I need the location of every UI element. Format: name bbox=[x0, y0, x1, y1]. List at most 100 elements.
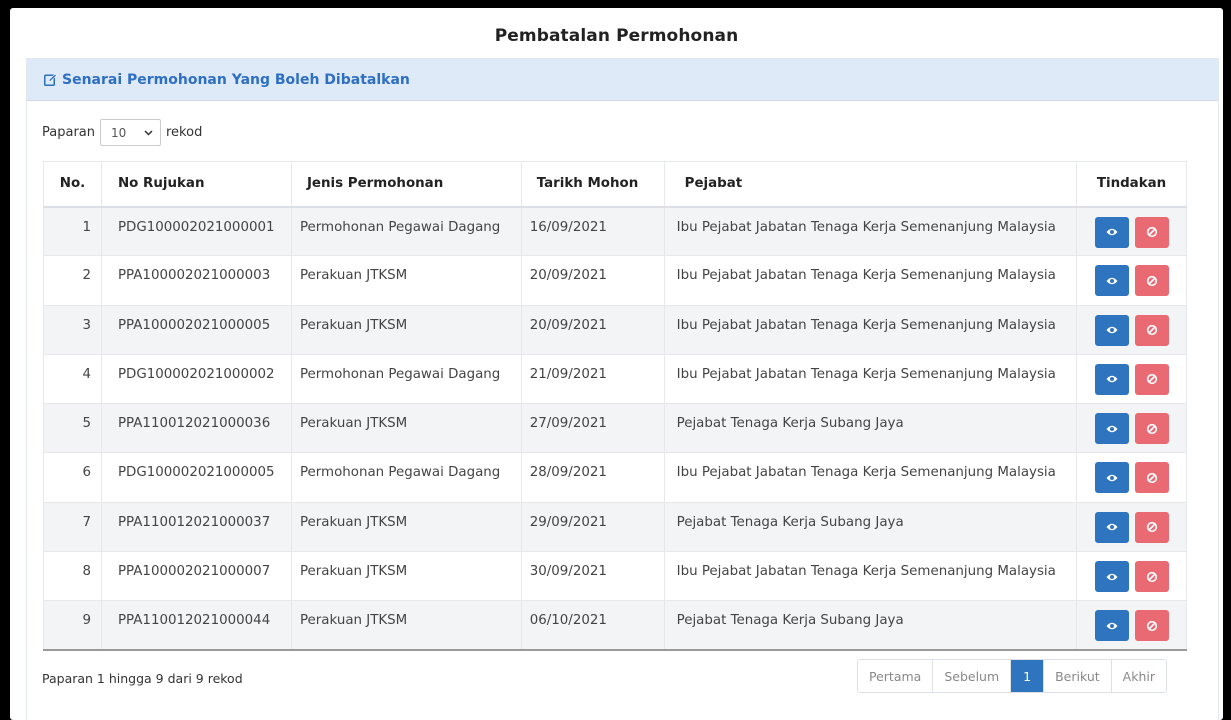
cell-no: 2 bbox=[43, 255, 102, 306]
col-header-no[interactable]: No. bbox=[43, 161, 102, 208]
edit-icon bbox=[44, 73, 57, 86]
view-button[interactable] bbox=[1094, 216, 1129, 248]
page-prev-button[interactable]: Sebelum bbox=[933, 660, 1012, 692]
eye-icon bbox=[1106, 228, 1118, 236]
cell-actions bbox=[1076, 205, 1187, 257]
cell-pejabat: Ibu Pejabat Jabatan Tenaga Kerja Semenan… bbox=[663, 255, 1078, 306]
col-header-jenis[interactable]: Jenis Permohonan bbox=[290, 161, 522, 208]
cell-pejabat: Ibu Pejabat Jabatan Tenaga Kerja Semenan… bbox=[663, 551, 1078, 602]
page-current-button[interactable]: 1 bbox=[1011, 660, 1045, 692]
cell-no: 4 bbox=[43, 353, 102, 405]
col-header-ref[interactable]: No Rujukan bbox=[100, 161, 292, 208]
cell-no: 6 bbox=[43, 452, 102, 503]
cancel-button[interactable] bbox=[1134, 413, 1169, 445]
eye-icon bbox=[1106, 425, 1118, 432]
cell-ref: PDG100002021000001 bbox=[100, 205, 292, 257]
cell-pejabat: Ibu Pejabat Jabatan Tenaga Kerja Semenan… bbox=[663, 304, 1078, 355]
applications-table: No. No Rujukan Jenis Permohonan Tarikh M… bbox=[43, 161, 1187, 652]
ban-icon bbox=[1146, 472, 1157, 484]
col-header-tarikh[interactable]: Tarikh Mohon bbox=[520, 161, 665, 208]
ban-icon bbox=[1146, 374, 1157, 385]
table-info: Paparan 1 hingga 9 dari 9 rekod bbox=[42, 671, 243, 686]
panel-heading-text: Senarai Permohonan Yang Boleh Dibatalkan bbox=[62, 71, 410, 88]
cancel-button[interactable] bbox=[1134, 265, 1169, 297]
cell-jenis: Perakuan JTKSM bbox=[290, 551, 522, 602]
cancel-button[interactable] bbox=[1134, 314, 1169, 346]
page-next-button[interactable]: Berikut bbox=[1044, 660, 1112, 692]
cell-pejabat: Pejabat Tenaga Kerja Subang Jaya bbox=[663, 403, 1078, 454]
cell-no: 8 bbox=[43, 551, 102, 602]
cell-tarikh: 20/09/2021 bbox=[520, 304, 665, 355]
view-button[interactable] bbox=[1094, 511, 1129, 543]
cell-jenis: Permohonan Pegawai Dagang bbox=[290, 452, 522, 503]
cell-actions bbox=[1076, 353, 1187, 405]
page-last-button[interactable]: Akhir bbox=[1112, 660, 1166, 692]
col-header-tindakan: Tindakan bbox=[1076, 161, 1187, 208]
cell-tarikh: 28/09/2021 bbox=[520, 452, 665, 503]
view-button[interactable] bbox=[1094, 314, 1129, 346]
eye-icon bbox=[1106, 326, 1118, 334]
cancel-button[interactable] bbox=[1134, 363, 1169, 395]
cell-ref: PPA100002021000007 bbox=[100, 551, 292, 602]
cell-actions bbox=[1076, 452, 1187, 503]
table-row: 1 PDG100002021000001 Permohonan Pegawai … bbox=[43, 205, 1187, 257]
cell-ref: PDG100002021000005 bbox=[100, 452, 292, 503]
cell-jenis: Permohonan Pegawai Dagang bbox=[290, 205, 522, 257]
table-header-row: No. No Rujukan Jenis Permohonan Tarikh M… bbox=[43, 161, 1187, 208]
cancel-button[interactable] bbox=[1134, 462, 1169, 494]
cell-pejabat: Ibu Pejabat Jabatan Tenaga Kerja Semenan… bbox=[663, 353, 1078, 405]
cancel-button[interactable] bbox=[1134, 511, 1169, 543]
cell-actions bbox=[1076, 501, 1187, 553]
panel-heading: Senarai Permohonan Yang Boleh Dibatalkan bbox=[27, 59, 1218, 101]
cell-pejabat: Pejabat Tenaga Kerja Subang Jaya bbox=[663, 501, 1078, 553]
page-title: Pembatalan Permohonan bbox=[494, 26, 739, 46]
cell-actions bbox=[1076, 551, 1187, 602]
cancel-button[interactable] bbox=[1134, 561, 1169, 593]
cell-pejabat: Pejabat Tenaga Kerja Subang Jaya bbox=[663, 600, 1078, 652]
cancel-button[interactable] bbox=[1134, 610, 1169, 642]
cell-jenis: Perakuan JTKSM bbox=[290, 600, 522, 652]
eye-icon bbox=[1106, 573, 1118, 580]
view-button[interactable] bbox=[1094, 462, 1129, 494]
view-button[interactable] bbox=[1094, 413, 1129, 445]
cell-actions bbox=[1076, 403, 1187, 454]
eye-icon bbox=[1106, 474, 1118, 482]
table-row: 7 PPA110012021000037 Perakuan JTKSM 29/0… bbox=[43, 501, 1187, 553]
cell-no: 7 bbox=[43, 501, 102, 553]
eye-icon bbox=[1106, 376, 1118, 383]
cell-jenis: Perakuan JTKSM bbox=[290, 501, 522, 553]
table-row: 8 PPA100002021000007 Perakuan JTKSM 30/0… bbox=[43, 551, 1187, 602]
ban-icon bbox=[1146, 522, 1157, 533]
cell-ref: PPA110012021000036 bbox=[100, 403, 292, 454]
eye-icon bbox=[1106, 277, 1118, 285]
cell-ref: PDG100002021000002 bbox=[100, 353, 292, 405]
ban-icon bbox=[1146, 620, 1157, 631]
col-header-pejabat[interactable]: Pejabat bbox=[663, 161, 1078, 208]
length-control: Paparan 10 rekod bbox=[42, 119, 202, 146]
cell-tarikh: 16/09/2021 bbox=[520, 205, 665, 257]
length-selected-value: 10 bbox=[111, 125, 127, 140]
cell-no: 3 bbox=[43, 304, 102, 355]
view-button[interactable] bbox=[1094, 265, 1129, 297]
cell-tarikh: 30/09/2021 bbox=[520, 551, 665, 602]
page-length-select[interactable]: 10 bbox=[100, 119, 161, 146]
table-row: 6 PDG100002021000005 Permohonan Pegawai … bbox=[43, 452, 1187, 503]
cell-tarikh: 29/09/2021 bbox=[520, 501, 665, 553]
ban-icon bbox=[1146, 275, 1157, 286]
cell-no: 5 bbox=[43, 403, 102, 454]
cell-jenis: Perakuan JTKSM bbox=[290, 255, 522, 306]
cancel-button[interactable] bbox=[1134, 216, 1169, 248]
cell-actions bbox=[1076, 255, 1187, 306]
table-row: 4 PDG100002021000002 Permohonan Pegawai … bbox=[43, 353, 1187, 405]
cell-actions bbox=[1076, 304, 1187, 355]
view-button[interactable] bbox=[1094, 610, 1129, 642]
cell-jenis: Permohonan Pegawai Dagang bbox=[290, 353, 522, 405]
page-frame: Pembatalan Permohonan Senarai Permohonan… bbox=[10, 8, 1223, 720]
ban-icon bbox=[1146, 226, 1157, 238]
cell-actions bbox=[1076, 600, 1187, 652]
view-button[interactable] bbox=[1094, 561, 1129, 593]
page-first-button[interactable]: Pertama bbox=[858, 660, 934, 692]
table-row: 2 PPA100002021000003 Perakuan JTKSM 20/0… bbox=[43, 255, 1187, 306]
cell-ref: PPA100002021000005 bbox=[100, 304, 292, 355]
view-button[interactable] bbox=[1094, 363, 1129, 395]
